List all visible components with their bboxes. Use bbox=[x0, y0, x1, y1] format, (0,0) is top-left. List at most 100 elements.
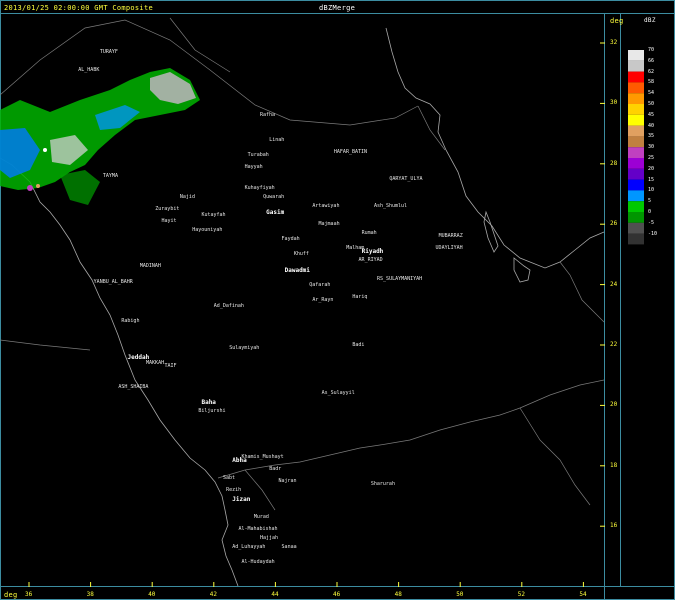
latitude-label: 24 bbox=[610, 280, 618, 288]
legend-value: 30 bbox=[648, 144, 655, 151]
legend-swatch bbox=[628, 82, 644, 94]
place-name: Dawadmi bbox=[284, 266, 310, 274]
longitude-label: 50 bbox=[456, 591, 464, 598]
legend-swatch bbox=[628, 201, 644, 212]
latitude-label: 28 bbox=[610, 159, 618, 167]
legend-swatch bbox=[628, 179, 644, 191]
place-name: Rafha bbox=[260, 112, 276, 119]
place-name: Faydah bbox=[281, 236, 300, 243]
legend-value: 70 bbox=[648, 47, 655, 53]
radar-map-frame bbox=[0, 0, 675, 600]
place-name: Najid bbox=[179, 194, 195, 201]
legend-swatch bbox=[628, 114, 644, 126]
place-name: Sabt bbox=[223, 474, 236, 481]
legend-value: 40 bbox=[648, 122, 655, 129]
place-name: Baha bbox=[201, 399, 216, 407]
place-name: YANBU_AL_BAHR bbox=[93, 278, 133, 285]
place-name: TAYMA bbox=[102, 172, 118, 179]
latitude-axis-unit: deg bbox=[610, 17, 624, 25]
latitude-label: 18 bbox=[610, 461, 618, 469]
longitude-label: 36 bbox=[25, 591, 33, 598]
place-name: Ash_Shumlul bbox=[373, 203, 408, 210]
legend-value: 45 bbox=[648, 111, 655, 118]
legend-swatch bbox=[628, 168, 644, 180]
longitude-label: 46 bbox=[333, 591, 341, 598]
place-name: Sanaa bbox=[281, 544, 297, 551]
legend-color-scale bbox=[628, 50, 644, 245]
longitude-label: 54 bbox=[579, 591, 587, 598]
place-name: AR_RIYAD bbox=[358, 257, 383, 264]
place-name: Quwarah bbox=[263, 194, 285, 201]
place-name: Rezih bbox=[226, 486, 242, 493]
longitude-label: 42 bbox=[209, 591, 218, 598]
product-name: dBZMerge bbox=[319, 4, 356, 12]
place-name: Gasim bbox=[266, 209, 285, 217]
place-name: Hayit bbox=[161, 218, 177, 225]
place-name: Najran bbox=[278, 477, 297, 484]
legend-value: -10 bbox=[648, 230, 658, 237]
place-name: Hayyah bbox=[244, 163, 263, 170]
place-name: Ar_Rayn bbox=[312, 296, 334, 303]
latitude-label: 22 bbox=[610, 341, 618, 348]
legend-value: 15 bbox=[648, 176, 655, 183]
latitude-label: 16 bbox=[610, 522, 618, 530]
place-name: Ad_Luhayyah bbox=[232, 544, 266, 551]
legend-swatch bbox=[628, 60, 644, 72]
radar-echoes bbox=[0, 68, 200, 205]
longitude-label: 40 bbox=[148, 591, 156, 598]
legend-value: 50 bbox=[648, 101, 655, 107]
legend-swatch bbox=[628, 158, 644, 169]
legend-swatch bbox=[628, 125, 644, 137]
place-name: Kuhayfiyah bbox=[244, 184, 275, 191]
latitude-label: 20 bbox=[610, 401, 618, 409]
place-name: Badr bbox=[269, 465, 282, 472]
place-name: As_Sulayyil bbox=[321, 390, 355, 397]
place-name: TURAYF bbox=[99, 49, 118, 56]
place-name: Al-Hudaydah bbox=[241, 559, 275, 566]
legend-swatch bbox=[628, 222, 644, 234]
longitude-label: 38 bbox=[86, 591, 94, 598]
legend-swatch bbox=[628, 136, 644, 148]
legend-swatch bbox=[628, 190, 644, 202]
legend-swatch bbox=[628, 233, 644, 245]
legend-value: 20 bbox=[648, 165, 655, 172]
place-name: RS_SULAYMANIYAH bbox=[377, 275, 423, 282]
place-name: Sulaymiyah bbox=[229, 345, 260, 352]
place-name: Hajjah bbox=[260, 535, 279, 542]
legend-units: dBZ bbox=[644, 17, 656, 24]
place-name: Khuff bbox=[293, 251, 309, 258]
place-name: Badi bbox=[352, 342, 365, 348]
place-name: Khamis_Mushayt bbox=[241, 453, 284, 460]
place-name: MUBARRAZ bbox=[438, 233, 463, 240]
place-name: Rabigh bbox=[121, 317, 140, 324]
place-name: Majmaah bbox=[318, 221, 340, 228]
legend-value: 35 bbox=[648, 133, 655, 140]
legend-value: 5 bbox=[648, 198, 652, 205]
legend-swatch bbox=[628, 93, 644, 104]
place-name: Turabah bbox=[247, 151, 269, 158]
longitude-label: 52 bbox=[517, 591, 526, 598]
longitude-label: 44 bbox=[271, 591, 279, 598]
place-name: Ad_Dafinah bbox=[213, 302, 244, 309]
place-name: Sharurah bbox=[370, 480, 395, 487]
place-name: AL_HABK bbox=[78, 67, 100, 74]
longitude-axis-unit: deg bbox=[4, 591, 18, 599]
place-name: QARYAT_ULYA bbox=[389, 175, 423, 182]
legend-swatch bbox=[628, 212, 644, 223]
place-name: Artawiyah bbox=[312, 203, 340, 210]
place-name: Jizan bbox=[232, 496, 251, 504]
place-name: HAFAR_BATIN bbox=[333, 148, 368, 155]
place-name: Hariq bbox=[352, 293, 368, 300]
legend-value: 66 bbox=[648, 57, 655, 64]
legend-swatch bbox=[628, 50, 644, 61]
legend-swatch bbox=[628, 147, 644, 158]
latitude-label: 30 bbox=[610, 99, 618, 107]
place-name: Qafarah bbox=[309, 281, 331, 288]
place-name: Riyadh bbox=[361, 248, 384, 256]
legend-value: 10 bbox=[648, 187, 655, 194]
legend-value: 58 bbox=[648, 79, 655, 86]
legend-value: 25 bbox=[648, 155, 655, 161]
latitude-label: 26 bbox=[610, 220, 618, 228]
latitude-label: 32 bbox=[610, 39, 618, 46]
place-name: Linah bbox=[269, 136, 285, 143]
